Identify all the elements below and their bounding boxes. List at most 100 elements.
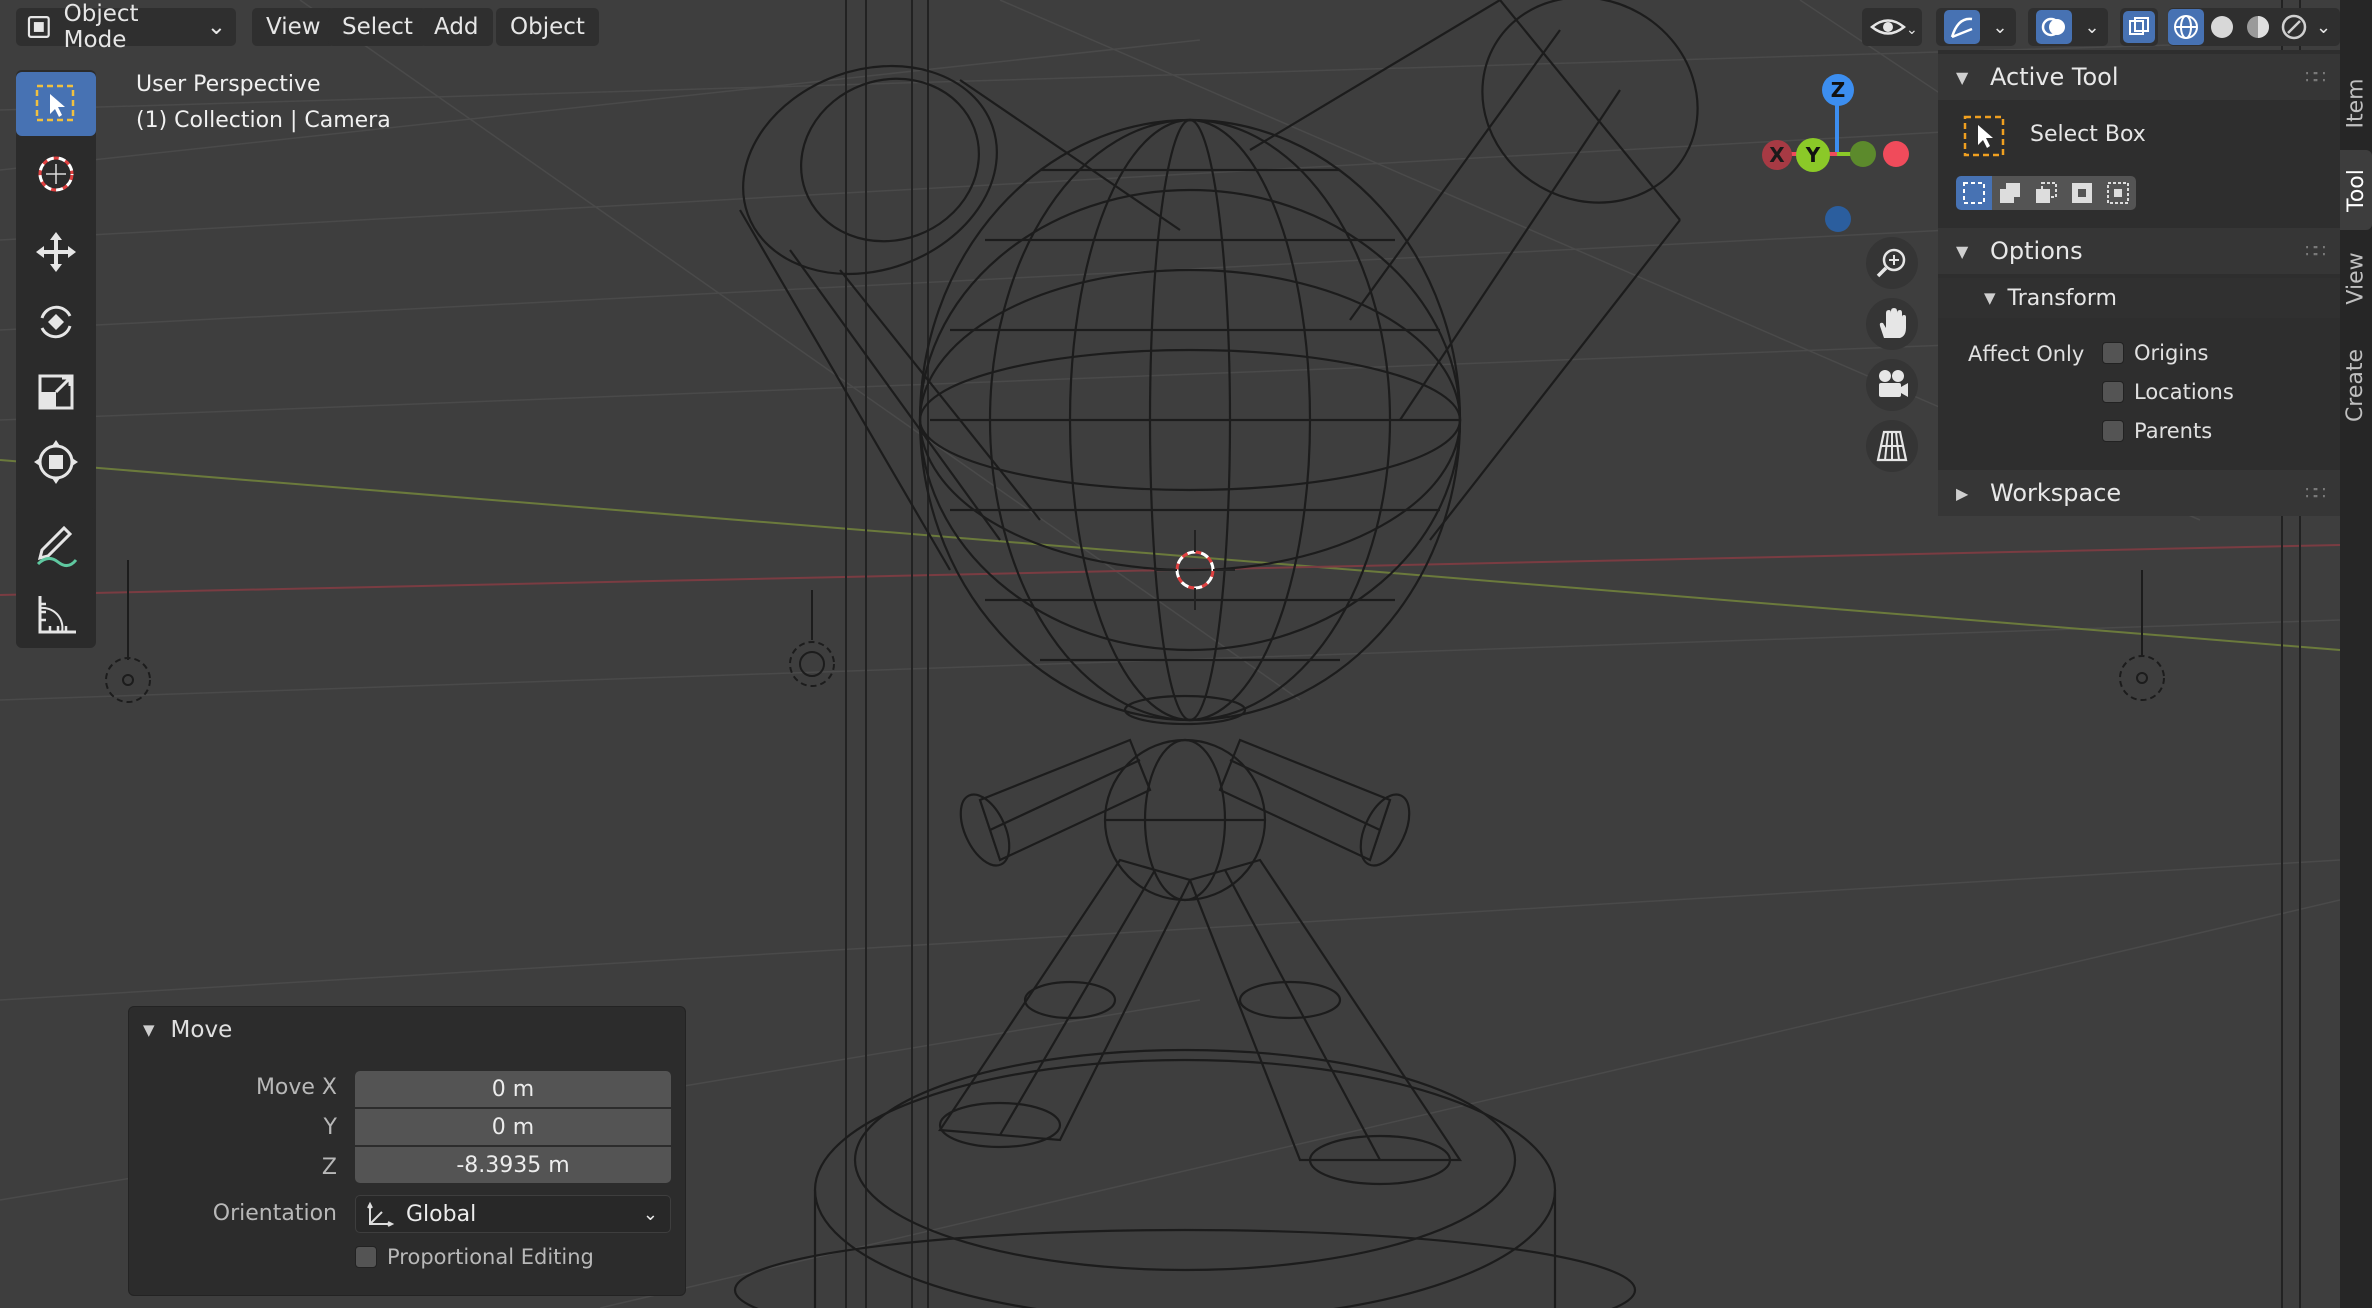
active-tool-select-box-icon	[1962, 114, 2006, 158]
solid-shading-icon[interactable]	[2204, 9, 2240, 45]
drag-grip-icon[interactable]: ∷∷	[2305, 241, 2326, 262]
rotate-tool[interactable]	[16, 290, 96, 354]
sidebar-tabs: Item Tool View Create	[2340, 0, 2372, 1308]
workspace-panel-header[interactable]: ▶ Workspace ∷∷	[1938, 470, 2340, 516]
proportional-editing-checkbox[interactable]: Proportional Editing	[355, 1245, 594, 1269]
menu-object[interactable]: Object	[496, 8, 599, 46]
camera-view-button[interactable]	[1866, 359, 1918, 411]
select-mode-buttons	[1956, 176, 2136, 210]
affect-origins-checkbox[interactable]: Origins	[2102, 341, 2208, 365]
perspective-label: User Perspective	[136, 72, 321, 97]
move-y-label: Y	[323, 1115, 337, 1140]
z-axis-label: Z	[1830, 78, 1846, 102]
mode-label: Object Mode	[63, 1, 139, 53]
measure-tool[interactable]	[16, 582, 96, 646]
overlay-icon	[2036, 10, 2073, 44]
x-axis-label: X	[1769, 143, 1785, 167]
select-subtract-mode-icon[interactable]	[2028, 176, 2064, 210]
move-tool[interactable]	[16, 220, 96, 284]
move-icon	[36, 232, 76, 272]
cursor-tool[interactable]	[16, 142, 96, 206]
checkbox[interactable]	[355, 1246, 377, 1268]
select-invert-mode-icon[interactable]	[2064, 176, 2100, 210]
transform-subpanel-header[interactable]: ▼ Transform	[1938, 278, 2340, 318]
sidebar-panel: ▼ Active Tool ∷∷ Select Box ▼ Options ∷∷…	[1938, 50, 2340, 516]
affect-locations-checkbox[interactable]: Locations	[2102, 380, 2234, 404]
tab-item[interactable]: Item	[2340, 60, 2372, 146]
collection-label: (1) Collection | Camera	[136, 108, 391, 133]
orientation-select[interactable]: Global ⌄	[355, 1195, 671, 1233]
select-box-tool[interactable]	[16, 72, 96, 136]
rotate-icon	[40, 305, 72, 339]
move-panel-header[interactable]: ▼ Move	[143, 1017, 232, 1043]
gizmo-z-axis[interactable]: Z	[1822, 74, 1854, 106]
gizmo-toggle[interactable]: ⌄	[1936, 8, 2016, 46]
annotate-tool[interactable]	[16, 512, 96, 576]
affect-locations-label: Locations	[2134, 380, 2234, 404]
menu-add[interactable]: Add	[420, 8, 493, 46]
affect-parents-checkbox[interactable]: Parents	[2102, 419, 2212, 443]
zoom-button[interactable]	[1866, 237, 1918, 289]
tab-view[interactable]: View	[2340, 236, 2372, 320]
mode-selector[interactable]: Object Mode ⌄	[16, 1, 236, 53]
overlay-toggle[interactable]: ⌄	[2028, 8, 2108, 46]
move-z-label: Z	[321, 1155, 337, 1180]
transform-tool[interactable]	[16, 430, 96, 494]
chevron-down-icon: ⌄	[2316, 16, 2332, 38]
menu-select[interactable]: Select	[328, 8, 427, 46]
xray-icon	[2123, 11, 2155, 43]
affect-only-label: Affect Only	[1968, 342, 2085, 366]
shading-modes[interactable]: ⌄	[2168, 8, 2340, 46]
scale-tool[interactable]	[16, 360, 96, 424]
move-y-field[interactable]: 0 m	[355, 1109, 671, 1145]
y-axis-label: Y	[1805, 143, 1821, 167]
zoom-icon	[1876, 248, 1906, 278]
checkbox[interactable]	[2102, 342, 2124, 364]
eye-icon: ⌄	[1870, 19, 1916, 38]
xray-toggle[interactable]	[2120, 8, 2158, 46]
select-extend-mode-icon[interactable]	[1992, 176, 2028, 210]
select-new-mode-icon[interactable]	[1956, 176, 1992, 210]
rendered-shading-icon[interactable]	[2276, 9, 2312, 45]
visibility-toggle[interactable]: ⌄	[1862, 8, 1922, 46]
gizmo-y-axis[interactable]: Y	[1796, 138, 1830, 172]
tab-tool[interactable]: Tool	[2340, 150, 2372, 230]
material-shading-icon[interactable]	[2240, 9, 2276, 45]
transform-title: Transform	[2007, 285, 2117, 311]
move-x-label: Move X	[255, 1075, 337, 1100]
gizmo-neg-x-axis[interactable]	[1883, 141, 1909, 167]
move-z-field[interactable]: -8.3935 m	[355, 1147, 671, 1183]
menu-view[interactable]: View	[252, 8, 335, 46]
orientation-label: Orientation	[212, 1201, 337, 1226]
3d-viewport[interactable]: Object Mode ⌄ View Select Add Object ⌄ ⌄…	[0, 0, 2340, 1308]
move-x-field[interactable]: 0 m	[355, 1071, 671, 1107]
active-tool-panel-header[interactable]: ▼ Active Tool ∷∷	[1938, 54, 2340, 100]
tab-item-label: Item	[2343, 77, 2369, 129]
orientation-value: Global	[406, 1201, 477, 1227]
tab-create-label: Create	[2343, 348, 2369, 422]
gizmo-neg-y-axis[interactable]	[1850, 141, 1876, 167]
pan-button[interactable]	[1866, 298, 1918, 350]
measure-icon	[38, 596, 76, 634]
gizmo-neg-z-axis[interactable]	[1825, 206, 1851, 232]
proportional-editing-label: Proportional Editing	[387, 1245, 594, 1269]
object-mode-icon	[27, 16, 50, 38]
ortho-toggle-button[interactable]	[1866, 420, 1918, 472]
select-intersect-mode-icon[interactable]	[2100, 176, 2136, 210]
gizmo-x-axis[interactable]: X	[1762, 140, 1792, 170]
grid-perspective-icon	[1876, 430, 1908, 462]
chevron-down-icon: ⌄	[206, 14, 226, 40]
chevron-down-icon: ⌄	[642, 1203, 658, 1225]
workspace-title: Workspace	[1990, 479, 2122, 507]
wireframe-shading-icon[interactable]	[2168, 9, 2204, 45]
tab-tool-label: Tool	[2343, 168, 2369, 212]
move-operator-panel: ▼ Move Move X 0 m Y 0 m Z -8.3935 m Orie…	[128, 1006, 686, 1296]
cursor-icon	[38, 156, 74, 192]
checkbox[interactable]	[2102, 381, 2124, 403]
drag-grip-icon[interactable]: ∷∷	[2305, 67, 2326, 88]
tab-create[interactable]: Create	[2340, 330, 2372, 440]
checkbox[interactable]	[2102, 420, 2124, 442]
move-panel-title: Move	[170, 1017, 233, 1043]
options-panel-header[interactable]: ▼ Options ∷∷	[1938, 228, 2340, 274]
drag-grip-icon[interactable]: ∷∷	[2305, 483, 2326, 504]
